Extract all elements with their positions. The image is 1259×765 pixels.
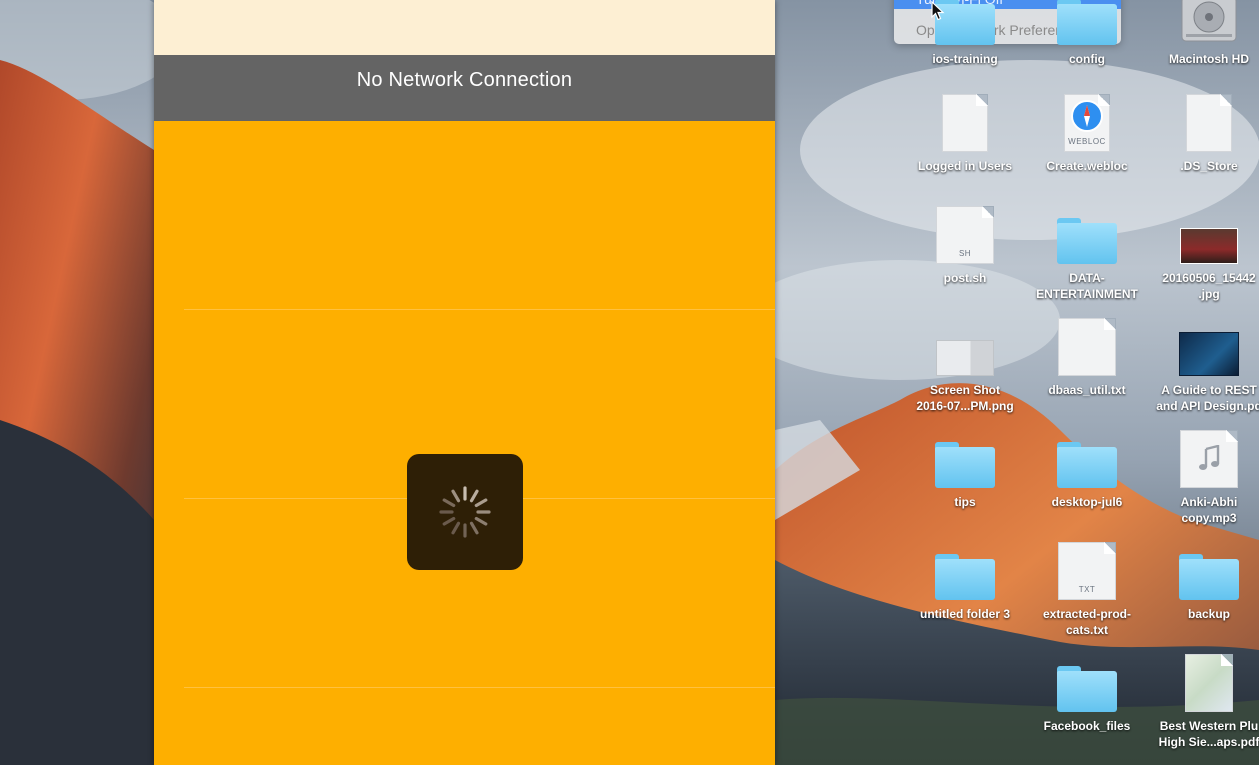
text-file-icon: TXT <box>1058 542 1116 600</box>
music-note-icon <box>1199 445 1220 470</box>
desktop-icon-extracted-prod-cats[interactable]: TXT extracted-prod- cats.txt <box>1026 540 1148 638</box>
text-file-icon <box>1058 318 1116 376</box>
pdf-thumbnail-icon <box>1179 332 1239 376</box>
desktop-icon-desktop-jul6[interactable]: desktop-jul6 <box>1026 428 1148 510</box>
app-top-strip <box>154 0 775 55</box>
audio-file-icon <box>1180 430 1238 488</box>
desktop-icon-label: extracted-prod- cats.txt <box>1042 607 1131 637</box>
compass-icon <box>1071 100 1103 132</box>
loading-spinner <box>407 454 523 570</box>
photo-thumbnail-icon <box>1180 228 1238 264</box>
desktop-icon-post-sh[interactable]: SH post.sh <box>904 204 1026 286</box>
folder-icon <box>935 442 995 488</box>
script-file-icon: SH <box>936 206 994 264</box>
map-pdf-icon <box>1185 654 1233 712</box>
desktop-icon-label: 20160506_15442 .jpg <box>1162 271 1256 301</box>
desktop-icon-anki-abhi-mp3[interactable]: Anki-Abhi copy.mp3 <box>1148 428 1259 526</box>
desktop-icon-label: untitled folder 3 <box>920 607 1010 621</box>
folder-icon <box>1179 554 1239 600</box>
folder-icon <box>1057 666 1117 712</box>
no-network-label: No Network Connection <box>356 68 573 91</box>
desktop-icon-label: post.sh <box>943 271 987 285</box>
file-type-badge: WEBLOC <box>1068 137 1106 146</box>
desktop-icon-dbaas-util[interactable]: dbaas_util.txt <box>1026 316 1148 398</box>
desktop-icon-rest-api-guide[interactable]: A Guide to REST and API Design.pd <box>1148 316 1259 414</box>
desktop-icon-label: Best Western Plu High Sie...aps.pdf <box>1158 719 1259 749</box>
desktop-icon-label: desktop-jul6 <box>1051 495 1123 509</box>
desktop-icon-logged-in-users[interactable]: Logged in Users <box>904 92 1026 174</box>
no-network-banner: No Network Connection <box>154 55 775 121</box>
desktop-icon-untitled-folder-3[interactable]: untitled folder 3 <box>904 540 1026 622</box>
desktop-icon-macintosh-hd[interactable]: Macintosh HD <box>1148 0 1259 67</box>
desktop-icon-label: Anki-Abhi copy.mp3 <box>1180 495 1238 525</box>
desktop-icon-label: dbaas_util.txt <box>1048 383 1126 397</box>
document-icon <box>942 94 988 152</box>
desktop-icon-ds-store[interactable]: .DS_Store <box>1148 92 1259 174</box>
desktop-icon-best-western-pdf[interactable]: Best Western Plu High Sie...aps.pdf <box>1148 652 1259 750</box>
desktop-icon-ios-training[interactable]: ios-training <box>904 0 1026 67</box>
desktop-icon-config[interactable]: config <box>1026 0 1148 67</box>
desktop-icon-create-webloc[interactable]: WEBLOC Create.webloc <box>1026 92 1148 174</box>
desktop-icon-label: Logged in Users <box>917 159 1012 173</box>
desktop-icon-label: .DS_Store <box>1180 159 1238 173</box>
row-separator <box>184 687 775 688</box>
activity-indicator-icon <box>439 486 491 538</box>
desktop-icon-data-entertainment[interactable]: DATA- ENTERTAINMENT <box>1026 204 1148 302</box>
folder-icon <box>1057 0 1117 45</box>
file-type-badge: TXT <box>1078 585 1096 594</box>
desktop-icon-photo-jpg[interactable]: 20160506_15442 .jpg <box>1148 204 1259 302</box>
desktop-icon-label: Screen Shot 2016-07...PM.png <box>916 383 1014 413</box>
desktop-icon-label: config <box>1069 52 1105 66</box>
mouse-pointer-icon <box>931 1 945 21</box>
simulator-window: No Network Connection <box>154 0 775 765</box>
desktop-icon-facebook-files[interactable]: Facebook_files <box>1026 652 1148 734</box>
desktop-icon-label: Facebook_files <box>1043 719 1131 733</box>
desktop-icon-screen-shot[interactable]: Screen Shot 2016-07...PM.png <box>904 316 1026 414</box>
hard-drive-icon <box>1181 0 1237 42</box>
desktop-icon-label: A Guide to REST and API Design.pd <box>1156 383 1259 413</box>
desktop-icon-backup[interactable]: backup <box>1148 540 1259 622</box>
desktop-icon-tips[interactable]: tips <box>904 428 1026 510</box>
screenshot-thumbnail-icon <box>936 340 994 376</box>
desktop-icon-label: Create.webloc <box>1046 159 1128 173</box>
document-icon <box>1186 94 1232 152</box>
folder-icon <box>1057 442 1117 488</box>
desktop-icon-label: Macintosh HD <box>1168 52 1249 66</box>
webloc-icon: WEBLOC <box>1064 94 1110 152</box>
file-type-badge: SH <box>958 249 972 258</box>
desktop-icon-label: backup <box>1187 607 1230 621</box>
desktop-icon-label: tips <box>954 495 976 509</box>
desktop-icon-label: ios-training <box>932 52 998 66</box>
folder-icon <box>1057 218 1117 264</box>
folder-icon <box>935 554 995 600</box>
row-separator <box>184 309 775 310</box>
desktop-icon-label: DATA- ENTERTAINMENT <box>1036 271 1138 301</box>
